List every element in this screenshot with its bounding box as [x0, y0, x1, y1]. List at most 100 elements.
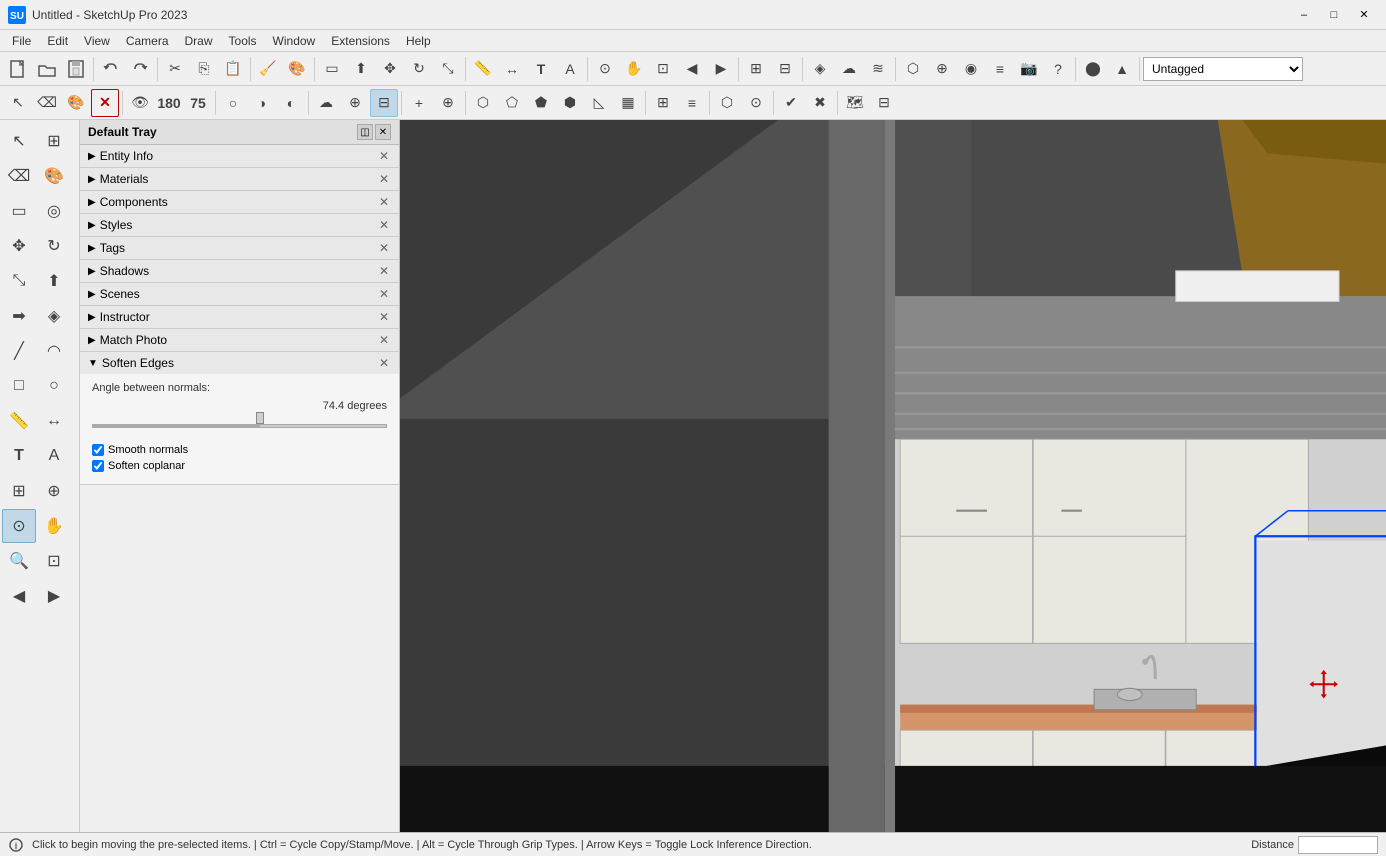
- solidtools-t1[interactable]: ⬤: [1079, 55, 1107, 83]
- offset-tool[interactable]: ◈: [37, 299, 71, 333]
- tray-section-match-photo-header[interactable]: ▶ Match Photo ✕: [80, 329, 399, 351]
- menu-edit[interactable]: Edit: [39, 30, 76, 52]
- dim-tool[interactable]: ↔: [37, 404, 71, 438]
- toolbar2-btn7[interactable]: 75: [184, 89, 212, 117]
- tray-section-shadows-header[interactable]: ▶ Shadows ✕: [80, 260, 399, 282]
- info-icon[interactable]: i: [8, 837, 24, 853]
- toolbar2-btn16[interactable]: ⬟: [527, 89, 555, 117]
- toolbar2-btn18[interactable]: ◺: [585, 89, 613, 117]
- toolbar2-btn19[interactable]: ▦: [614, 89, 642, 117]
- toolbar2-btn14[interactable]: ⬡: [469, 89, 497, 117]
- next-view-tool[interactable]: ▶: [37, 579, 71, 613]
- toolbar2-btn2[interactable]: ⌫: [33, 89, 61, 117]
- toolbar2-btn15[interactable]: ⬠: [498, 89, 526, 117]
- scale-tool[interactable]: ⤡: [2, 264, 36, 298]
- toolbar2-btn17[interactable]: ⬢: [556, 89, 584, 117]
- toolbar2-btn12[interactable]: +: [405, 89, 433, 117]
- toolbar2-btn5[interactable]: 👁: [126, 89, 154, 117]
- menu-window[interactable]: Window: [265, 30, 324, 52]
- pushpull-t1[interactable]: ⬆: [347, 55, 375, 83]
- entity-info-close[interactable]: ✕: [377, 149, 391, 163]
- tray-section-tags-header[interactable]: ▶ Tags ✕: [80, 237, 399, 259]
- tray-section-scenes-header[interactable]: ▶ Scenes ✕: [80, 283, 399, 305]
- tray-close-btn[interactable]: ✕: [375, 124, 391, 140]
- save-button[interactable]: [62, 55, 90, 83]
- orbit-t1[interactable]: ⊙: [591, 55, 619, 83]
- zoomext-tool[interactable]: ⊡: [37, 544, 71, 578]
- toolbar2-btn3[interactable]: 🎨: [62, 89, 90, 117]
- toolbar2-btn11[interactable]: ⊕: [341, 89, 369, 117]
- prev-view-tool[interactable]: ◀: [2, 579, 36, 613]
- fog-t1[interactable]: ≋: [864, 55, 892, 83]
- styles-t1[interactable]: ◈: [806, 55, 834, 83]
- materials-t1[interactable]: ◉: [957, 55, 985, 83]
- toolbar2-btn26[interactable]: 🗺: [841, 89, 869, 117]
- toolbar2-btn22[interactable]: ⬡: [713, 89, 741, 117]
- move-t1[interactable]: ✥: [376, 55, 404, 83]
- rotate-t1[interactable]: ↻: [405, 55, 433, 83]
- scenes-close[interactable]: ✕: [377, 287, 391, 301]
- pan-tool[interactable]: ✋: [37, 509, 71, 543]
- 3dtext-tool[interactable]: A: [37, 439, 71, 473]
- copy-button[interactable]: ⎘: [190, 55, 218, 83]
- smooth-normals-checkbox[interactable]: [92, 444, 104, 456]
- open-button[interactable]: [33, 55, 61, 83]
- paint-t1[interactable]: 🎨: [283, 55, 311, 83]
- tray-section-styles-header[interactable]: ▶ Styles ✕: [80, 214, 399, 236]
- tape-t1[interactable]: 📏: [469, 55, 497, 83]
- rotate-tool[interactable]: ↻: [37, 229, 71, 263]
- erase-t1[interactable]: 🧹: [254, 55, 282, 83]
- toolbar2-btn25[interactable]: ✖: [806, 89, 834, 117]
- toolbar2-btn20[interactable]: ⊞: [649, 89, 677, 117]
- dim-t1[interactable]: ↔: [498, 55, 526, 83]
- redo-button[interactable]: [126, 55, 154, 83]
- prevview-t1[interactable]: ◀: [678, 55, 706, 83]
- circle-tool[interactable]: ○: [37, 369, 71, 403]
- viewport[interactable]: [400, 120, 1386, 832]
- menu-extensions[interactable]: Extensions: [323, 30, 398, 52]
- pan-t1[interactable]: ✋: [620, 55, 648, 83]
- toolbar2-btn23[interactable]: ⊙: [742, 89, 770, 117]
- toolbar2-btn6[interactable]: 180: [155, 89, 183, 117]
- move-tool[interactable]: ✥: [2, 229, 36, 263]
- instructor-t1[interactable]: ?: [1044, 55, 1072, 83]
- shadows-close[interactable]: ✕: [377, 264, 391, 278]
- toolbar2-btn9[interactable]: ◑: [248, 89, 276, 117]
- select-rect-tool[interactable]: ▭: [2, 194, 36, 228]
- components-close[interactable]: ✕: [377, 195, 391, 209]
- rect-t1[interactable]: ▭: [318, 55, 346, 83]
- maximize-button[interactable]: □: [1320, 5, 1348, 25]
- toolbar2-btn24[interactable]: ✔: [777, 89, 805, 117]
- menu-help[interactable]: Help: [398, 30, 439, 52]
- menu-draw[interactable]: Draw: [177, 30, 221, 52]
- distance-input[interactable]: [1298, 836, 1378, 854]
- paint-tool[interactable]: 🎨: [37, 159, 71, 193]
- toolbar2-btn8[interactable]: ○: [219, 89, 247, 117]
- erase-tool[interactable]: ⌫: [2, 159, 36, 193]
- soften-coplanar-checkbox[interactable]: [92, 460, 104, 472]
- menu-camera[interactable]: Camera: [118, 30, 177, 52]
- shadows-t1[interactable]: ☁: [835, 55, 863, 83]
- styles-close[interactable]: ✕: [377, 218, 391, 232]
- sandbox-t1[interactable]: ▲: [1108, 55, 1136, 83]
- zoomext-t1[interactable]: ⊡: [649, 55, 677, 83]
- section-t1[interactable]: ⊞: [742, 55, 770, 83]
- tray-section-entity-info-header[interactable]: ▶ Entity Info ✕: [80, 145, 399, 167]
- toolbar2-btn13[interactable]: ⊕: [434, 89, 462, 117]
- tray-section-instructor-header[interactable]: ▶ Instructor ✕: [80, 306, 399, 328]
- zoom-tool[interactable]: 🔍: [2, 544, 36, 578]
- menu-view[interactable]: View: [76, 30, 118, 52]
- nextview-t1[interactable]: ▶: [707, 55, 735, 83]
- tray-section-materials-header[interactable]: ▶ Materials ✕: [80, 168, 399, 190]
- menu-tools[interactable]: Tools: [221, 30, 265, 52]
- toolbar2-btn4[interactable]: ✕: [91, 89, 119, 117]
- tags-close[interactable]: ✕: [377, 241, 391, 255]
- component-t1[interactable]: ⊕: [928, 55, 956, 83]
- instructor-close[interactable]: ✕: [377, 310, 391, 324]
- minimize-button[interactable]: –: [1290, 5, 1318, 25]
- paste-button[interactable]: 📋: [219, 55, 247, 83]
- followme-tool[interactable]: ➡: [2, 299, 36, 333]
- 3dtext-t1[interactable]: A: [556, 55, 584, 83]
- toolbar2-btn1[interactable]: ↖: [4, 89, 32, 117]
- toolbar2-btn10[interactable]: ◐: [277, 89, 305, 117]
